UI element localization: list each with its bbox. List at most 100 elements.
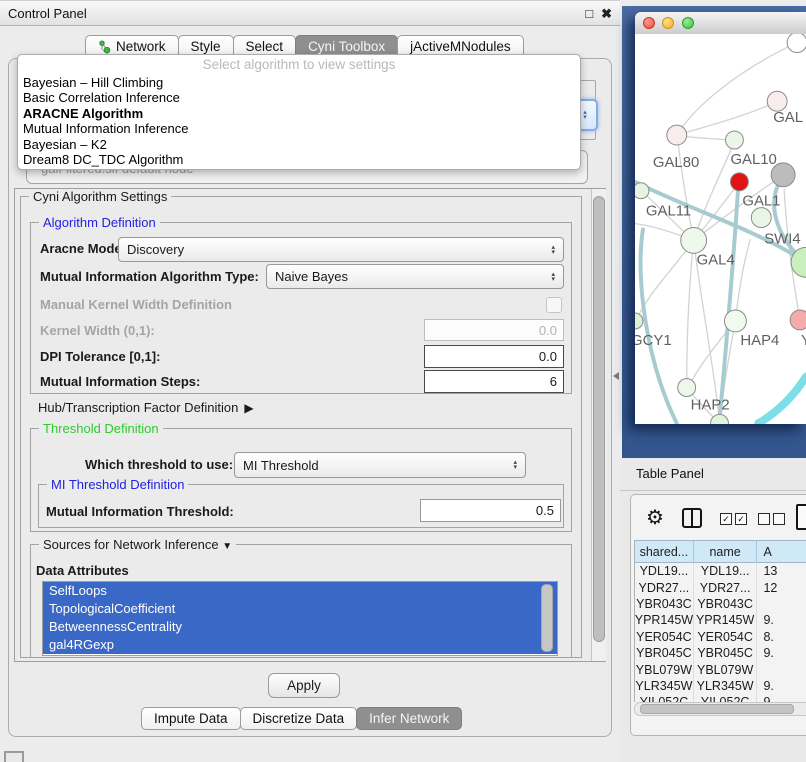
network-node[interactable] (711, 414, 729, 424)
network-node-gcy1[interactable] (635, 313, 643, 329)
combo-arrows-icon: ▴▾ (583, 110, 587, 120)
mi-type-combo[interactable]: Naive Bayes ▴▾ (266, 264, 564, 289)
app-root: Control Panel □ ✖ NetworkStyleSelectCyni… (0, 0, 806, 762)
table-cell: YER054C (635, 629, 694, 645)
window-close-traffic-light[interactable] (643, 17, 655, 29)
table-row[interactable]: YBR045CYBR045C9. (635, 645, 806, 661)
table-row[interactable]: YDL19...YDL19...13 (635, 563, 806, 579)
table-cell: YBL079W (635, 661, 694, 677)
mode-tab-discretize-data[interactable]: Discretize Data (240, 707, 358, 730)
network-edge (758, 377, 806, 424)
table-row[interactable]: YIL052CYIL052C9 (635, 694, 806, 702)
table-cell: 9. (757, 678, 806, 694)
mode-tab-discretize-data-label: Discretize Data (253, 711, 345, 726)
network-node[interactable] (787, 34, 806, 53)
dropdown-item-mutual-information-inference[interactable]: Mutual Information Inference (18, 121, 580, 136)
aracne-mode-combo[interactable]: Discovery ▴▾ (118, 237, 564, 262)
network-node[interactable] (730, 173, 748, 191)
network-node-gal4[interactable] (681, 228, 707, 254)
aracne-mode-value: Discovery (127, 242, 184, 257)
attribute-item-topologicalcoefficient[interactable]: TopologicalCoefficient (43, 600, 557, 618)
close-icon[interactable]: ✖ (601, 7, 612, 20)
gear-icon[interactable]: ⚙ (646, 505, 664, 530)
column-header-shared[interactable]: shared... (635, 541, 694, 563)
control-panel-titlebar: Control Panel □ ✖ (0, 0, 620, 26)
table-cell: YPR145W (694, 612, 758, 628)
select-checks-icon[interactable]: ✓ ✓ (720, 513, 747, 525)
mode-tab-infer-network[interactable]: Infer Network (356, 707, 462, 730)
dpi-tolerance-label: DPI Tolerance [0,1]: (40, 349, 160, 364)
which-threshold-label: Which threshold to use: (85, 457, 233, 472)
algorithm-definition-title: Algorithm Definition (39, 215, 160, 230)
network-node-label-gal: GAL (773, 110, 803, 126)
table-hscrollbar-thumb[interactable] (640, 704, 794, 714)
dropdown-item-bayesian-hill-climbing[interactable]: Bayesian – Hill Climbing (18, 75, 580, 90)
network-node-label-y: Y (801, 333, 806, 349)
mi-threshold-field[interactable]: 0.5 (420, 499, 561, 522)
column-header-a[interactable]: A (757, 541, 806, 563)
table-row[interactable]: YLR345WYLR345W9. (635, 678, 806, 694)
network-node-hap4[interactable] (724, 310, 746, 332)
network-node-label-gal4: GAL4 (697, 252, 735, 268)
split-columns-icon[interactable] (682, 508, 702, 528)
mi-steps-field[interactable]: 6 (424, 370, 564, 393)
attribute-item-betweennesscentrality[interactable]: BetweennessCentrality (43, 618, 557, 636)
table-panel-title: Table Panel (636, 466, 704, 481)
column-header-name[interactable]: name (694, 541, 758, 563)
table-cell: YBL079W (694, 661, 758, 677)
table-row[interactable]: YER054CYER054C8. (635, 629, 806, 645)
network-node-label-gal10: GAL10 (730, 152, 776, 168)
network-canvas[interactable]: GALGAL80GAL10GAL1GAL11GAL4SWI4GCY1HAP4YH… (635, 34, 806, 424)
cyni-mode-tabs: Impute Data Discretize Data Infer Network (142, 707, 462, 729)
network-node-label-gal80: GAL80 (653, 155, 699, 171)
tab-network-label: Network (116, 39, 166, 54)
mi-threshold-group-title: MI Threshold Definition (47, 477, 188, 492)
dropdown-item-aracne-algorithm[interactable]: ARACNE Algorithm (18, 106, 580, 121)
table-row[interactable]: YPR145WYPR145W9. (635, 612, 806, 628)
network-node-gal1[interactable] (751, 208, 771, 228)
panel-splitter-collapse-icon[interactable] (613, 372, 619, 380)
table-cell: YBR045C (694, 645, 758, 661)
network-node-gal80[interactable] (667, 125, 687, 145)
dropdown-item-basic-correlation-inference[interactable]: Basic Correlation Inference (18, 90, 580, 105)
unchecked-box-icon (758, 513, 770, 525)
attributes-list-scrollbar-thumb[interactable] (541, 584, 553, 652)
network-window-titlebar[interactable] (635, 12, 806, 35)
network-node-gal11[interactable] (635, 183, 649, 199)
network-node-gal[interactable] (767, 91, 787, 111)
network-node-gal10[interactable] (725, 131, 743, 149)
attribute-item-selfloops[interactable]: SelfLoops (43, 582, 557, 600)
dropdown-item-bayesian-k2[interactable]: Bayesian – K2 (18, 137, 580, 152)
table-cell: YDR27... (635, 579, 694, 595)
which-threshold-combo[interactable]: MI Threshold ▴▾ (234, 452, 526, 478)
float-window-icon[interactable]: □ (585, 7, 593, 20)
window-minimize-traffic-light[interactable] (662, 17, 674, 29)
table-cell: YDL19... (635, 563, 694, 579)
dpi-tolerance-field[interactable]: 0.0 (424, 345, 564, 368)
hub-definition-toggle[interactable]: Hub/Transcription Factor Definition▶ (38, 400, 254, 415)
table-row[interactable]: YDR27...YDR27...12 (635, 579, 806, 595)
table-row[interactable]: YBL079WYBL079W (635, 661, 806, 677)
network-node-label-swi4: SWI4 (764, 231, 800, 247)
table-row[interactable]: YBR043CYBR043C (635, 596, 806, 612)
cyni-algorithm-settings-title: Cyni Algorithm Settings (29, 189, 171, 204)
table-cell: YIL052C (694, 694, 758, 702)
settings-scrollbar-thumb[interactable] (593, 196, 605, 642)
network-node-y[interactable] (790, 310, 806, 330)
combo-arrows-icon: ▴▾ (551, 245, 555, 255)
dock-panel-icon[interactable] (4, 751, 24, 762)
network-edge (637, 240, 694, 319)
mode-tab-impute-data[interactable]: Impute Data (141, 707, 241, 730)
sources-group-toggle[interactable]: Sources for Network Inference ▼ (39, 537, 236, 552)
deselect-checks-icon[interactable] (758, 513, 785, 525)
tab-jactivemnodules-label: jActiveMNodules (410, 39, 511, 54)
table-panel-divider (620, 490, 806, 491)
table-cell: 9. (757, 645, 806, 661)
document-icon[interactable] (796, 504, 806, 530)
network-node-hap2[interactable] (678, 379, 696, 397)
dropdown-item-dream8-dc-tdc-algorithm[interactable]: Dream8 DC_TDC Algorithm (18, 152, 580, 167)
manual-kernel-checkbox (546, 297, 562, 313)
apply-button[interactable]: Apply (268, 673, 340, 698)
window-zoom-traffic-light[interactable] (682, 17, 694, 29)
attribute-item-gal4rgexp[interactable]: gal4RGexp (43, 636, 557, 654)
